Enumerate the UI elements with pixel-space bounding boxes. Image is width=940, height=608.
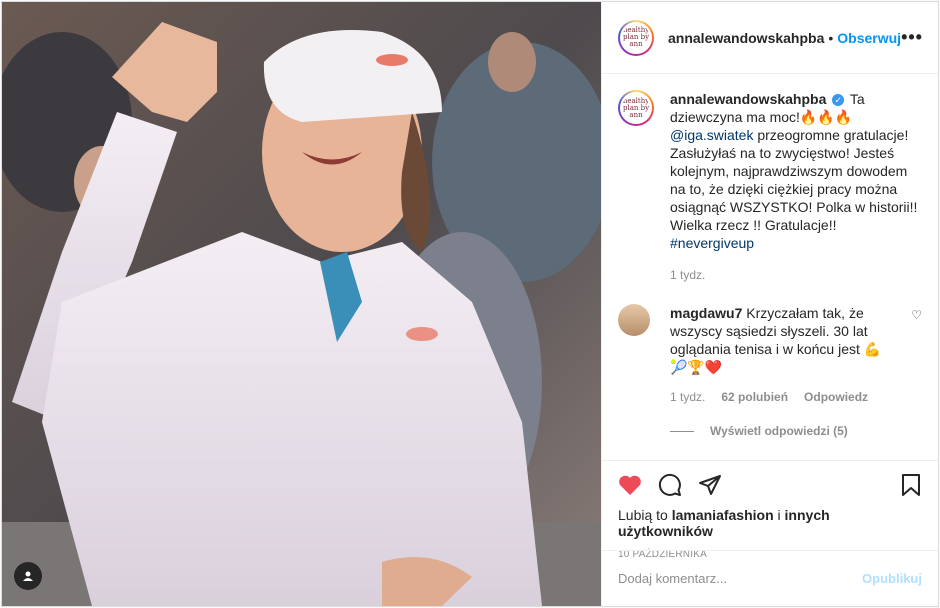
tennis-player-photo: [2, 2, 601, 606]
commenter-username[interactable]: magdawu7: [670, 305, 742, 321]
replies-divider: [670, 430, 694, 432]
caption-username[interactable]: annalewandowskahpba: [670, 91, 826, 107]
caption-hashtag[interactable]: #nevergiveup: [670, 235, 754, 251]
post-sidebar: healthy plan by ann annalewandowskahpba …: [601, 2, 938, 606]
share-icon[interactable]: [698, 473, 722, 497]
heart-icon[interactable]: [618, 474, 642, 496]
bookmark-icon[interactable]: [900, 473, 922, 497]
comment-input[interactable]: Dodaj komentarz...: [618, 571, 862, 586]
caption-avatar[interactable]: healthy plan by ann: [618, 90, 654, 126]
comment-meta: 1 tydz. 62 polubień Odpowiedz: [670, 390, 922, 404]
user-tag-button[interactable]: [14, 562, 42, 590]
author-avatar[interactable]: healthy plan by ann: [618, 19, 654, 56]
comment-text: magdawu7 Krzyczałam tak, że wszyscy sąsi…: [670, 304, 922, 376]
comment-time[interactable]: 1 tydz.: [670, 390, 705, 404]
likes-summary: Lubią to lamaniafashion i innych użytkow…: [618, 507, 922, 539]
view-replies-button[interactable]: Wyświetl odpowiedzi (5): [670, 424, 922, 438]
comment-icon[interactable]: [658, 473, 682, 497]
comments-section: healthy plan by ann annalewandowskahpba …: [602, 74, 938, 460]
likes-connector: i: [777, 507, 781, 523]
instagram-post: healthy plan by ann annalewandowskahpba …: [1, 1, 939, 607]
more-icon[interactable]: •••: [901, 27, 923, 48]
separator-dot: •: [828, 29, 834, 46]
caption: healthy plan by ann annalewandowskahpba …: [618, 90, 922, 252]
caption-text: annalewandowskahpba ✓ Ta dziewczyna ma m…: [670, 90, 922, 252]
publish-button[interactable]: Opublikuj: [862, 571, 922, 586]
caption-mention[interactable]: @iga.swiatek: [670, 127, 753, 143]
verified-icon: ✓: [832, 94, 845, 107]
comment-like-icon[interactable]: ♡: [911, 308, 922, 322]
post-photo[interactable]: [2, 2, 601, 606]
comment-likes[interactable]: 62 polubień: [721, 390, 788, 404]
likes-user[interactable]: lamaniafashion: [672, 507, 774, 523]
view-replies-label: Wyświetl odpowiedzi (5): [710, 424, 848, 438]
user-tag-icon: [22, 570, 34, 582]
likes-prefix: Lubią to: [618, 507, 668, 523]
caption-avatar-logo-text: healthy plan by ann: [622, 96, 650, 119]
commenter-avatar[interactable]: [618, 304, 650, 336]
author-username[interactable]: annalewandowskahpba: [668, 30, 824, 46]
avatar-logo-text: healthy plan by ann: [622, 26, 650, 48]
add-comment-bar: Dodaj komentarz... Opublikuj: [602, 550, 938, 606]
post-header: healthy plan by ann annalewandowskahpba …: [602, 2, 938, 74]
comment-item: magdawu7 Krzyczałam tak, że wszyscy sąsi…: [618, 304, 922, 438]
reply-button[interactable]: Odpowiedz: [804, 390, 868, 404]
caption-time[interactable]: 1 tydz.: [670, 268, 922, 282]
follow-button[interactable]: Obserwuj: [837, 30, 901, 46]
action-icons: [618, 469, 922, 501]
action-bar: Lubią to lamaniafashion i innych użytkow…: [602, 460, 938, 560]
